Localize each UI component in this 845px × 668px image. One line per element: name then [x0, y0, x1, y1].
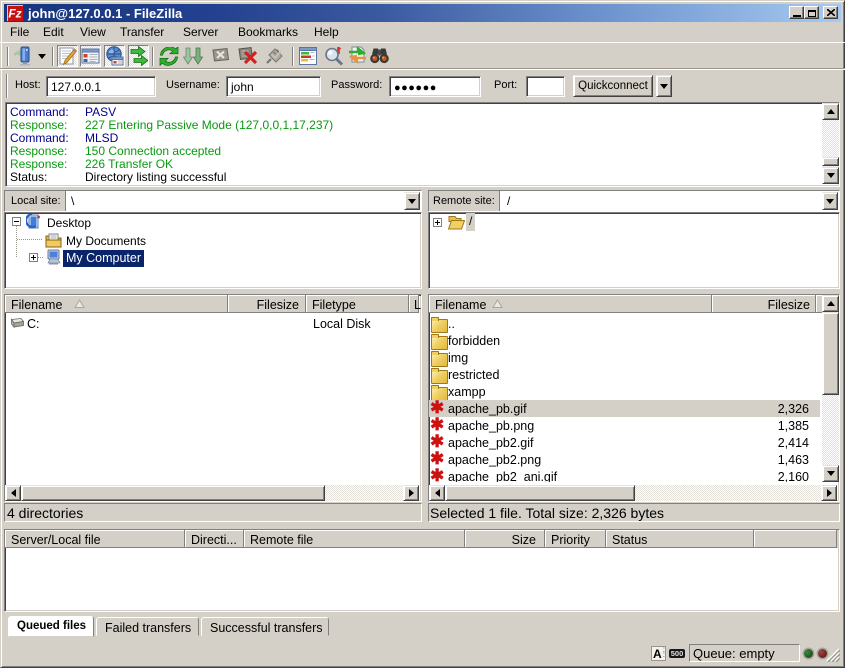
svg-text:Fz: Fz [8, 7, 21, 21]
